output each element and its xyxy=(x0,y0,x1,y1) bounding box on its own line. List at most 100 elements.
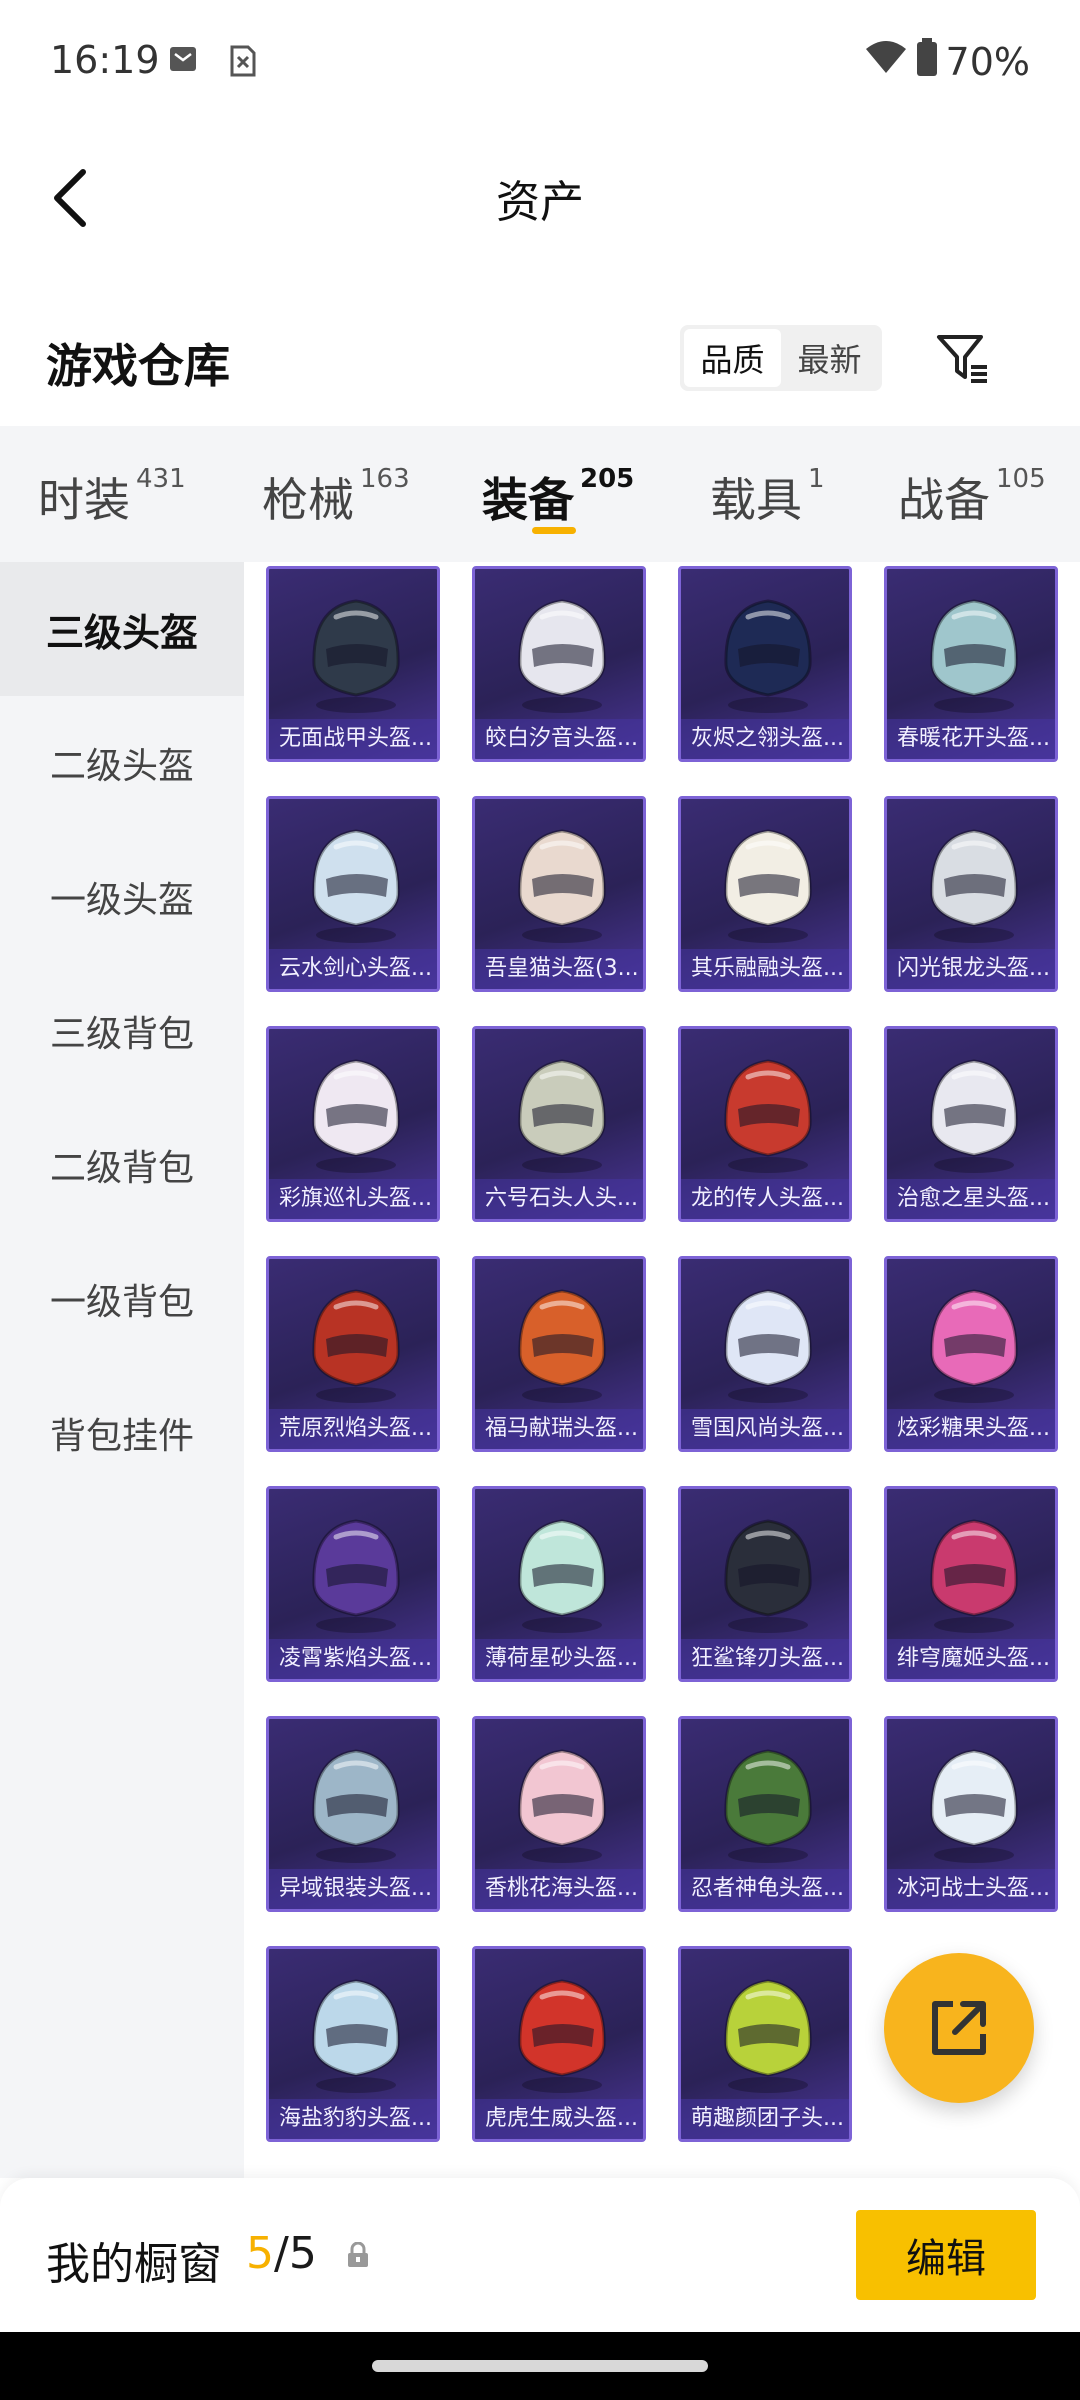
tab-count: 1 xyxy=(808,464,825,494)
item-grid: 无面战甲头盔... 皎白汐音头盔... 灰烬之翎头盔... 春暖花开头盔... 云水剑心… xyxy=(266,566,1066,2142)
helmet-card[interactable]: 凌霄紫焰头盔... xyxy=(266,1486,440,1682)
helmet-name: 海盐豹豹头盔... xyxy=(269,2099,437,2139)
helmet-card[interactable]: 雪国风尚头盔... xyxy=(678,1256,852,1452)
sidebar-item-backpack-charm[interactable]: 背包挂件 xyxy=(0,1366,244,1500)
tab-vehicles[interactable]: 载具 1 xyxy=(710,426,825,530)
helmet-card[interactable]: 云水剑心头盔... xyxy=(266,796,440,992)
helmet-name: 虎虎生威头盔... xyxy=(475,2099,643,2139)
tab-label: 装备 xyxy=(482,473,574,527)
status-right: 70% xyxy=(864,38,1030,85)
tab-label: 战备 xyxy=(898,473,990,527)
helmet-name: 忍者神龟头盔... xyxy=(681,1869,849,1909)
tab-label: 载具 xyxy=(710,473,802,527)
warehouse-title: 游戏仓库 xyxy=(46,339,230,393)
helmet-card[interactable]: 龙的传人头盔... xyxy=(678,1026,852,1222)
helmet-icon xyxy=(312,1519,400,1633)
system-nav-bar xyxy=(0,2332,1080,2400)
helmet-card[interactable]: 萌趣颜团子头... xyxy=(678,1946,852,2142)
tab-label: 时装 xyxy=(38,473,130,527)
tab-gear[interactable]: 战备 105 xyxy=(898,426,1046,530)
filter-icon xyxy=(937,335,987,383)
helmet-card[interactable]: 薄荷星砂头盔... xyxy=(472,1486,646,1682)
app-header: 资产 xyxy=(0,128,1080,260)
helmet-card[interactable]: 灰烬之翎头盔... xyxy=(678,566,852,762)
helmet-card[interactable]: 福马献瑞头盔... xyxy=(472,1256,646,1452)
tab-fashion[interactable]: 时装 431 xyxy=(38,426,186,530)
sidebar-item-level3-helmet[interactable]: 三级头盔 xyxy=(0,562,244,696)
helmet-card[interactable]: 皎白汐音头盔... xyxy=(472,566,646,762)
helmet-name: 雪国风尚头盔... xyxy=(681,1409,849,1449)
helmet-icon xyxy=(724,1749,812,1863)
tab-count: 431 xyxy=(136,464,186,494)
sidebar-item-level2-helmet[interactable]: 二级头盔 xyxy=(0,696,244,830)
helmet-name: 皎白汐音头盔... xyxy=(475,719,643,759)
helmet-icon xyxy=(930,1519,1018,1633)
helmet-icon xyxy=(312,1289,400,1403)
sort-newest[interactable]: 最新 xyxy=(781,329,878,387)
home-gesture-handle[interactable] xyxy=(372,2360,708,2372)
helmet-icon xyxy=(312,829,400,943)
sidebar-item-level2-backpack[interactable]: 二级背包 xyxy=(0,1098,244,1232)
helmet-card[interactable]: 六号石头人头... xyxy=(472,1026,646,1222)
sidebar-item-level3-backpack[interactable]: 三级背包 xyxy=(0,964,244,1098)
showcase-total: /5 xyxy=(274,2228,317,2279)
helmet-name: 狂鲨锋刃头盔... xyxy=(681,1639,849,1679)
helmet-card[interactable]: 绯穹魔姬头盔... xyxy=(884,1486,1058,1682)
tab-count: 105 xyxy=(996,464,1046,494)
helmet-icon xyxy=(724,1979,812,2093)
helmet-card[interactable]: 异域银装头盔... xyxy=(266,1716,440,1912)
helmet-icon xyxy=(724,829,812,943)
helmet-name: 冰河战士头盔... xyxy=(887,1869,1055,1909)
wifi-icon xyxy=(864,39,908,84)
helmet-icon xyxy=(518,599,606,713)
helmet-card[interactable]: 无面战甲头盔... xyxy=(266,566,440,762)
helmet-icon xyxy=(518,1059,606,1173)
helmet-icon xyxy=(724,599,812,713)
helmet-icon xyxy=(930,829,1018,943)
showcase-label: 我的橱窗 xyxy=(46,2239,222,2290)
helmet-icon xyxy=(518,1519,606,1633)
helmet-card[interactable]: 海盐豹豹头盔... xyxy=(266,1946,440,2142)
helmet-icon xyxy=(930,599,1018,713)
helmet-card[interactable]: 狂鲨锋刃头盔... xyxy=(678,1486,852,1682)
helmet-card[interactable]: 香桃花海头盔... xyxy=(472,1716,646,1912)
helmet-card[interactable]: 闪光银龙头盔... xyxy=(884,796,1058,992)
helmet-card[interactable]: 炫彩糖果头盔... xyxy=(884,1256,1058,1452)
filter-button[interactable] xyxy=(930,326,996,392)
helmet-icon xyxy=(724,1519,812,1633)
helmet-name: 龙的传人头盔... xyxy=(681,1179,849,1219)
sort-quality[interactable]: 品质 xyxy=(684,329,781,387)
helmet-card[interactable]: 虎虎生威头盔... xyxy=(472,1946,646,2142)
tab-label: 枪械 xyxy=(262,473,354,527)
helmet-card[interactable]: 治愈之星头盔... xyxy=(884,1026,1058,1222)
helmet-card[interactable]: 荒原烈焰头盔... xyxy=(266,1256,440,1452)
tab-count: 205 xyxy=(580,464,635,494)
helmet-icon xyxy=(312,1979,400,2093)
share-button[interactable] xyxy=(884,1953,1034,2103)
helmet-name: 香桃花海头盔... xyxy=(475,1869,643,1909)
sidebar-item-level1-helmet[interactable]: 一级头盔 xyxy=(0,830,244,964)
battery-icon xyxy=(916,38,938,85)
mail-notification-icon xyxy=(168,44,198,78)
sidebar-item-level1-backpack[interactable]: 一级背包 xyxy=(0,1232,244,1366)
tab-count: 163 xyxy=(360,464,410,494)
sim-error-icon xyxy=(228,44,258,82)
helmet-card[interactable]: 冰河战士头盔... xyxy=(884,1716,1058,1912)
helmet-name: 无面战甲头盔... xyxy=(269,719,437,759)
helmet-card[interactable]: 吾皇猫头盔(3... xyxy=(472,796,646,992)
helmet-card[interactable]: 春暖花开头盔... xyxy=(884,566,1058,762)
helmet-card[interactable]: 彩旗巡礼头盔... xyxy=(266,1026,440,1222)
helmet-icon xyxy=(312,1059,400,1173)
helmet-name: 绯穹魔姬头盔... xyxy=(887,1639,1055,1679)
tab-equipment[interactable]: 装备 205 xyxy=(482,426,634,562)
helmet-icon xyxy=(518,829,606,943)
edit-button[interactable]: 编辑 xyxy=(856,2210,1036,2300)
helmet-card[interactable]: 忍者神龟头盔... xyxy=(678,1716,852,1912)
warehouse-toolbar: 游戏仓库 品质 最新 xyxy=(0,300,1080,420)
helmet-icon xyxy=(930,1289,1018,1403)
battery-percent: 70% xyxy=(945,39,1030,84)
helmet-name: 六号石头人头... xyxy=(475,1179,643,1219)
helmet-card[interactable]: 其乐融融头盔... xyxy=(678,796,852,992)
tab-weapons[interactable]: 枪械 163 xyxy=(262,426,410,530)
category-tabs: 时装 431 枪械 163 装备 205 载具 1 战备 105 xyxy=(0,426,1080,562)
